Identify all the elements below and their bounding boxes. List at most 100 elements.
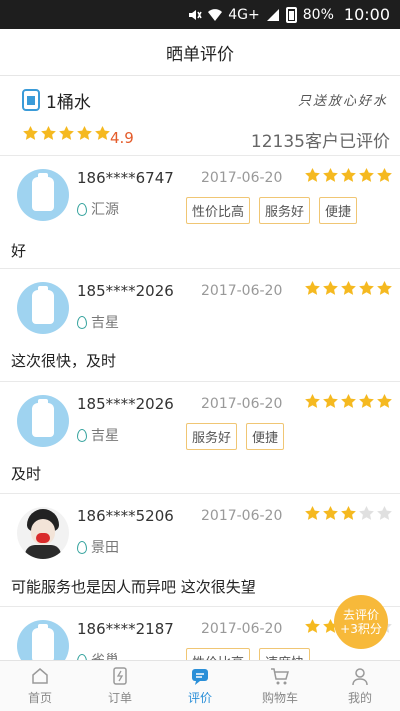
water-drop-icon (77, 540, 87, 554)
review-tag: 服务好 (259, 197, 311, 224)
shop-score: 4.9 (110, 129, 134, 147)
tab-label: 我的 (347, 691, 372, 705)
reviewer-phone: 185****2026 (77, 395, 174, 413)
reviewer-phone: 186****2187 (77, 620, 174, 638)
review-date: 2017-06-20 (201, 283, 283, 299)
page-title: 晒单评价 (166, 44, 234, 65)
star-filled-icon (323, 280, 338, 295)
review-tag: 便捷 (246, 423, 285, 450)
network-label: 4G+ (228, 6, 260, 23)
nav-bar: 晒单评价 (0, 29, 400, 76)
review-location: 吉星 (77, 425, 119, 445)
user-icon (352, 668, 368, 686)
review-item: 185****2026 2017-06-20 吉星 这次很快，及时 (0, 270, 400, 382)
tab-label: 首页 (27, 691, 52, 705)
points-bonus-label: +3积分 (340, 622, 382, 636)
cart-icon (271, 668, 289, 685)
review-location: 汇源 (77, 199, 119, 219)
review-item: 186****6747 2017-06-20 汇源 性价比高 服务好 便捷 好 (0, 157, 400, 269)
tab-reviews[interactable]: 评价 (160, 661, 240, 711)
shop-summary: 1桶水 只送放心好水 4.9 12135客户已评价 (0, 76, 400, 156)
water-drop-icon (77, 315, 87, 329)
star-empty-icon (377, 505, 392, 520)
review-location: 吉星 (77, 312, 119, 332)
star-filled-icon (305, 618, 320, 633)
review-tags: 性价比高 服务好 便捷 (186, 197, 358, 224)
star-filled-icon (341, 280, 356, 295)
tab-orders[interactable]: 订单 (80, 661, 160, 711)
star-filled-icon (341, 393, 356, 408)
shop-name: 1桶水 (46, 93, 91, 113)
review-date: 2017-06-20 (201, 508, 283, 524)
location-label: 景田 (91, 540, 119, 556)
review-stars (304, 505, 393, 522)
review-tags: 服务好 便捷 (186, 423, 285, 450)
star-filled-icon (359, 280, 374, 295)
avatar (17, 507, 69, 559)
star-filled-icon (305, 505, 320, 520)
water-drop-icon (77, 428, 87, 442)
tab-cart[interactable]: 购物车 (240, 661, 320, 711)
signal-icon (266, 8, 279, 21)
clock: 10:00 (343, 5, 390, 24)
star-filled-icon (77, 125, 92, 140)
review-date: 2017-06-20 (201, 396, 283, 412)
star-filled-icon (377, 167, 392, 182)
tab-profile[interactable]: 我的 (320, 661, 400, 711)
review-tag: 服务好 (186, 423, 238, 450)
water-bottle-icon (22, 89, 40, 111)
review-stars (304, 393, 393, 410)
battery-percent: 80% (302, 6, 334, 23)
wifi-icon (208, 8, 223, 21)
star-filled-icon (95, 125, 110, 140)
tab-label: 购物车 (261, 691, 298, 705)
reviewer-phone: 185****2026 (77, 282, 174, 300)
review-icon (192, 669, 208, 685)
review-content: 这次很快，及时 (11, 352, 117, 370)
avatar (17, 282, 69, 334)
tab-label: 订单 (107, 691, 132, 705)
review-item: 186****5206 2017-06-20 景田 可能服务也是因人而异吧 这次… (0, 495, 400, 607)
location-label: 吉星 (91, 315, 119, 331)
star-filled-icon (305, 280, 320, 295)
star-filled-icon (341, 505, 356, 520)
shop-rating-stars (22, 125, 111, 142)
shop-slogan: 只送放心好水 (297, 94, 388, 109)
location-label: 吉星 (91, 428, 119, 444)
review-content: 可能服务也是因人而异吧 这次很失望 (11, 578, 256, 596)
star-empty-icon (359, 505, 374, 520)
review-location: 景田 (77, 537, 119, 557)
write-review-button[interactable]: 去评价 +3积分 (334, 595, 388, 649)
review-tag: 便捷 (319, 197, 358, 224)
status-bar: 4G+ 80% 10:00 (0, 0, 400, 29)
star-filled-icon (323, 393, 338, 408)
star-filled-icon (377, 280, 392, 295)
review-item: 185****2026 2017-06-20 吉星 服务好 便捷 及时 (0, 383, 400, 494)
tab-home[interactable]: 首页 (0, 661, 80, 711)
star-filled-icon (305, 393, 320, 408)
reviewer-phone: 186****6747 (77, 169, 174, 187)
star-filled-icon (323, 167, 338, 182)
battery-icon (285, 6, 297, 23)
star-filled-icon (341, 167, 356, 182)
review-date: 2017-06-20 (201, 170, 283, 186)
review-tag: 性价比高 (186, 197, 251, 224)
star-filled-icon (359, 167, 374, 182)
star-filled-icon (359, 393, 374, 408)
water-drop-icon (77, 202, 87, 216)
star-filled-icon (377, 393, 392, 408)
review-count: 12135客户已评价 (250, 132, 390, 152)
reviewer-phone: 186****5206 (77, 507, 174, 525)
review-stars (304, 167, 393, 184)
location-label: 汇源 (91, 202, 119, 218)
review-content: 好 (11, 242, 27, 260)
star-filled-icon (59, 125, 74, 140)
review-date: 2017-06-20 (201, 621, 283, 637)
order-icon (113, 667, 127, 685)
star-filled-icon (323, 505, 338, 520)
mute-icon (189, 9, 202, 20)
tab-label: 评价 (187, 691, 212, 705)
star-filled-icon (305, 167, 320, 182)
star-filled-icon (41, 125, 56, 140)
bottom-tab-bar: 首页 订单 评价 购物车 我的 (0, 660, 400, 711)
